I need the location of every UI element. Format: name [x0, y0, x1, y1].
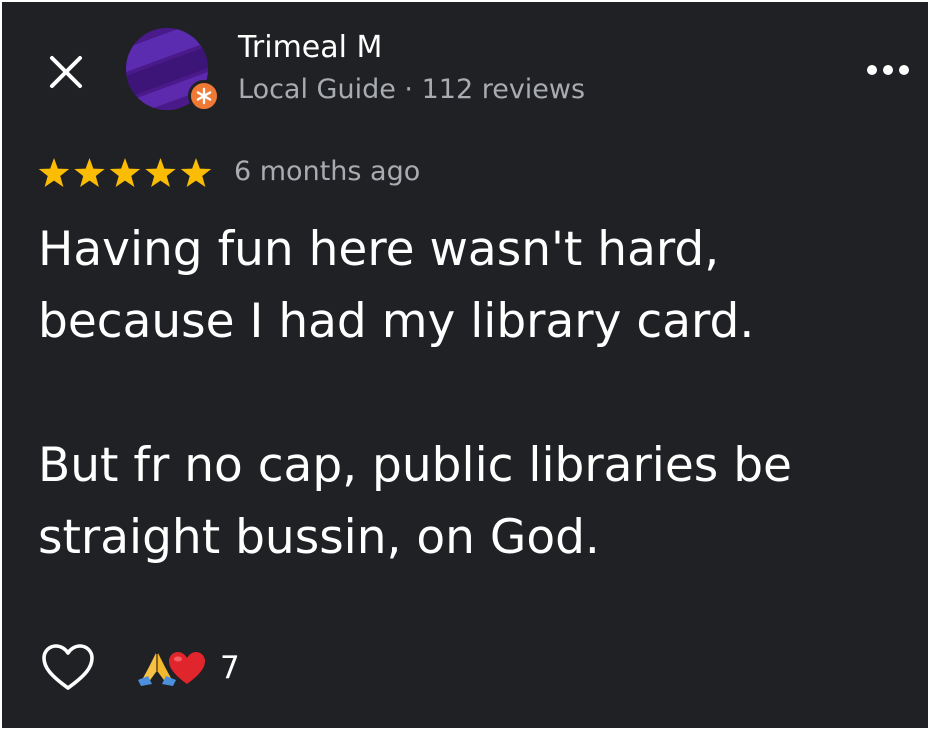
- like-button[interactable]: [40, 642, 96, 694]
- reviewer-name[interactable]: Trimeal M: [238, 30, 382, 66]
- reactions[interactable]: 7: [136, 648, 256, 688]
- more-options-button[interactable]: [862, 56, 914, 84]
- star-icon: [109, 158, 141, 187]
- review-paragraph: Having fun here wasn't hard, because I h…: [38, 222, 755, 349]
- local-guide-badge-icon: [188, 80, 220, 112]
- close-icon: [50, 56, 82, 88]
- review-time: 6 months ago: [234, 156, 421, 187]
- more-horizontal-icon: [867, 65, 909, 75]
- star-icon: [145, 158, 176, 187]
- review-text: Having fun here wasn't hard, because I h…: [38, 214, 908, 574]
- review-paragraph: But fr no cap, public libraries be strai…: [38, 438, 792, 565]
- star-icon: [180, 158, 212, 187]
- heart-outline-icon: [42, 644, 94, 690]
- red-heart-icon: [169, 652, 205, 684]
- star-icon: [74, 158, 105, 187]
- close-button[interactable]: [42, 46, 94, 98]
- star-icon: [38, 158, 70, 187]
- review-card: Trimeal M Local Guide · 112 reviews 6 mo…: [2, 2, 928, 728]
- star-rating: [38, 158, 212, 187]
- reviewer-meta: Local Guide · 112 reviews: [238, 74, 586, 105]
- reaction-count: 7: [220, 650, 240, 686]
